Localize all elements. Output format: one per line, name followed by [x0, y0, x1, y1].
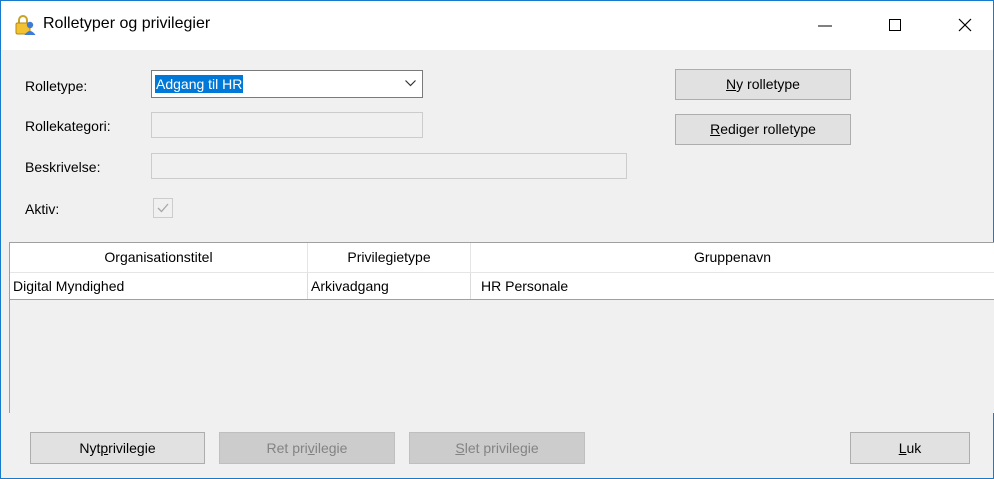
maximize-button[interactable] [872, 1, 918, 50]
privileges-table: Organisationstitel Privilegietype Gruppe… [9, 242, 994, 413]
maximize-icon [889, 19, 901, 31]
column-header-organisationstitel[interactable]: Organisationstitel [10, 243, 308, 272]
chevron-down-icon [405, 80, 416, 87]
cell-gruppenavn: HR Personale [481, 278, 569, 294]
rediger-rolletype-button[interactable]: Rediger rolletype [675, 114, 851, 145]
title-bar: Rolletyper og privilegier [1, 1, 993, 50]
close-button[interactable] [942, 1, 988, 50]
luk-button[interactable]: Luk [850, 432, 970, 464]
rolletype-dropdown[interactable]: Adgang til HR [151, 70, 423, 98]
cell-privilegietype: Arkivadgang [308, 273, 471, 299]
cell-organisationstitel: Digital Myndighed [10, 273, 308, 299]
rollekategori-field[interactable] [151, 112, 423, 138]
rollekategori-label: Rollekategori: [25, 118, 111, 134]
nyt-privilegie-button[interactable]: Nyt privilegie [30, 432, 205, 464]
column-header-gruppenavn[interactable]: Gruppenavn [471, 243, 994, 272]
checkmark-icon [157, 203, 169, 213]
aktiv-checkbox[interactable] [153, 198, 173, 218]
table-header: Organisationstitel Privilegietype Gruppe… [10, 243, 994, 273]
ret-privilegie-button[interactable]: Ret privilegie [219, 432, 395, 464]
aktiv-label: Aktiv: [25, 201, 60, 217]
dialog-window: Rolletyper og privilegier Rolletype: Rol… [0, 0, 994, 479]
beskrivelse-field[interactable] [151, 153, 627, 179]
ny-rolletype-button[interactable]: Ny rolletype [675, 69, 851, 100]
window-title: Rolletyper og privilegier [43, 15, 211, 32]
rolletype-selected-value: Adgang til HR [155, 75, 244, 93]
lock-user-icon [14, 14, 36, 36]
table-row[interactable]: Digital Myndighed Arkivadgang HR Persona… [10, 273, 994, 300]
column-header-privilegietype[interactable]: Privilegietype [308, 243, 471, 272]
close-icon [958, 18, 972, 32]
slet-privilegie-button[interactable]: Slet privilegie [409, 432, 585, 464]
minimize-icon [818, 25, 832, 27]
minimize-button[interactable] [802, 1, 848, 50]
beskrivelse-label: Beskrivelse: [25, 159, 101, 175]
rolletype-label: Rolletype: [25, 78, 88, 94]
